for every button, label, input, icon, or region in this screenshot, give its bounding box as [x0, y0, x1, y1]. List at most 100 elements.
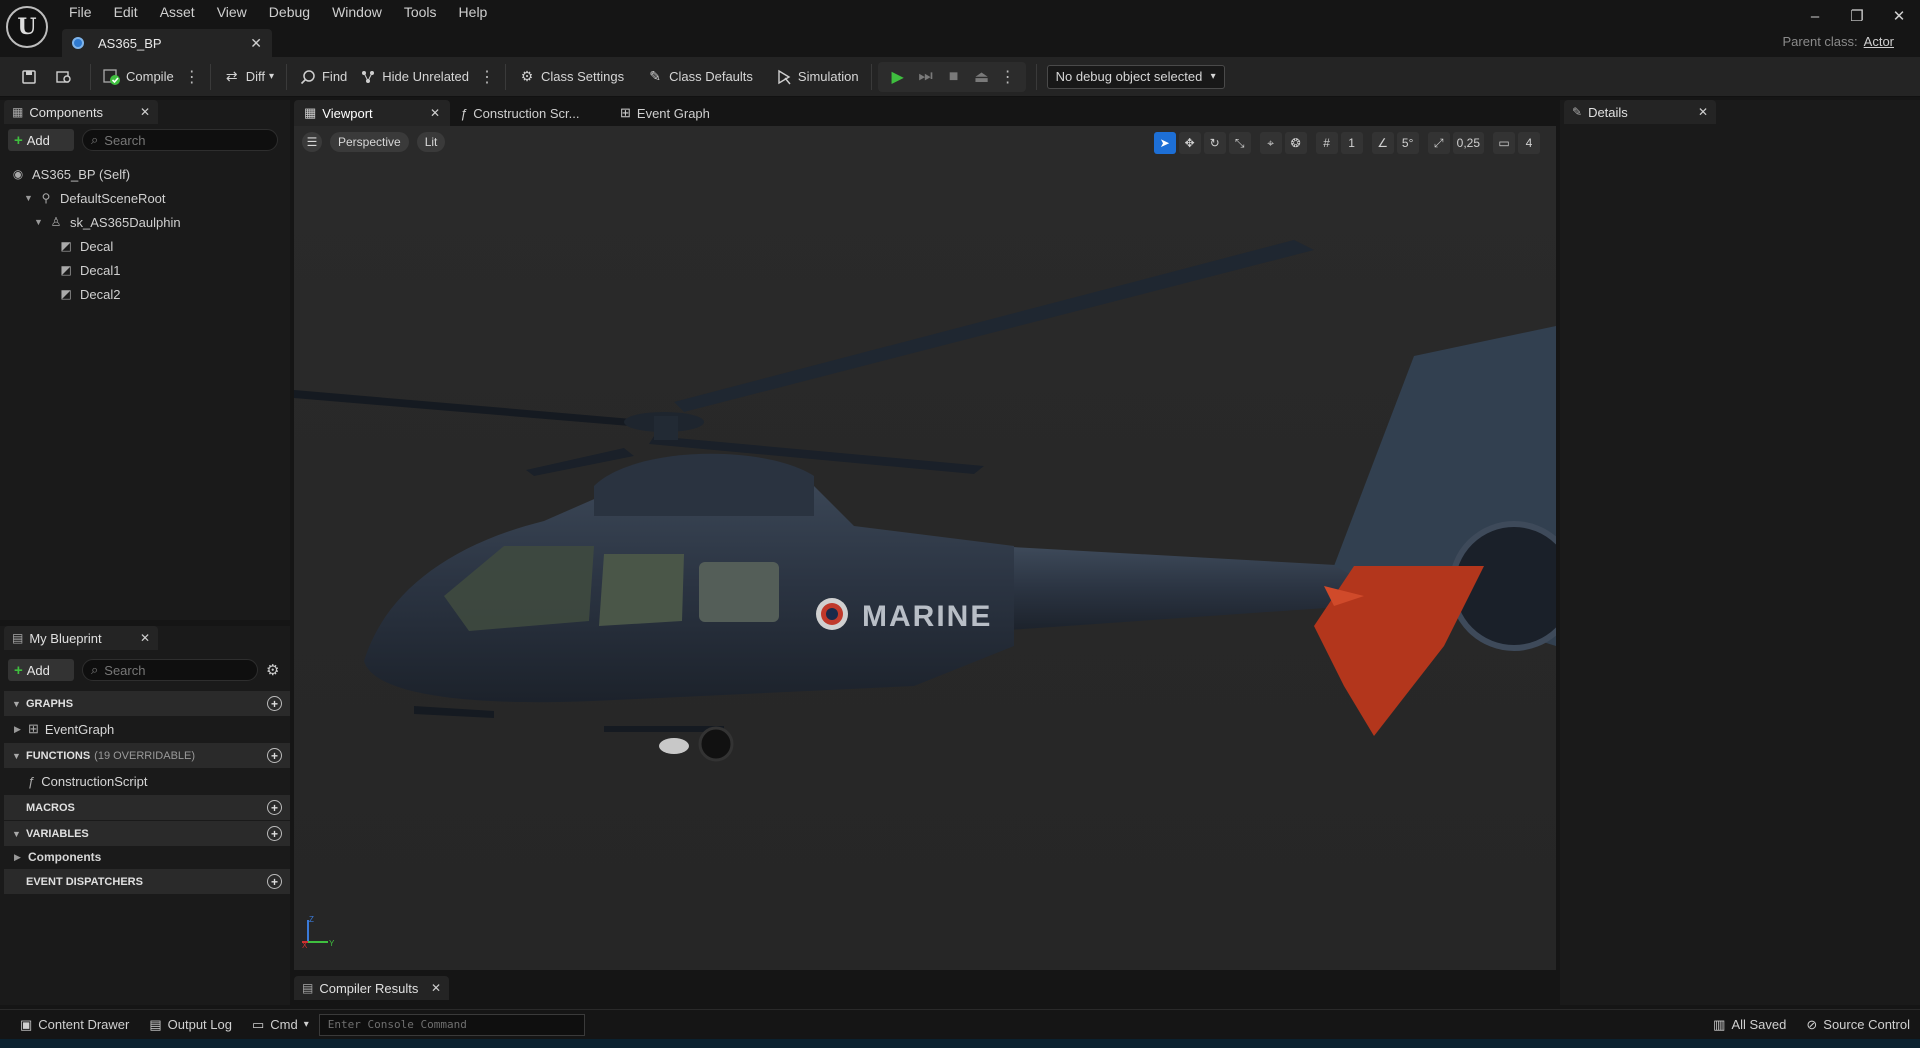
my-blueprint-tab-label: My Blueprint [29, 630, 102, 646]
tree-item-defaultsceneroot[interactable]: ▼ ⚲ DefaultSceneRoot [10, 186, 286, 210]
debug-object-select[interactable]: No debug object selected ▾ [1046, 64, 1225, 89]
search-placeholder: Search [104, 662, 146, 678]
add-label: Add [26, 132, 50, 148]
tree-item-decal2[interactable]: ◩ Decal2 [10, 282, 286, 306]
axis-z-label: Z [309, 915, 314, 924]
content-drawer-label: Content Drawer [38, 1017, 130, 1032]
unreal-logo-icon[interactable]: U [6, 6, 48, 48]
play-controls: ▶ ⏭ ■ ⏏ ⋮ [877, 61, 1026, 92]
section-macros[interactable]: MACROS + [4, 794, 290, 820]
parent-class-link[interactable]: Actor [1864, 34, 1894, 49]
add-member-button[interactable]: + Add [8, 659, 74, 681]
tree-item-decal[interactable]: ◩ Decal [10, 234, 286, 258]
section-graphs[interactable]: ▼ GRAPHS + [4, 690, 290, 716]
function-item-constructionscript[interactable]: ƒ ConstructionScript [4, 768, 290, 794]
document-tab[interactable]: AS365_BP ✕ [62, 29, 272, 57]
variable-category-components[interactable]: ▶ Components [4, 846, 290, 868]
components-tab[interactable]: ▦ Components ✕ [4, 100, 158, 124]
close-tab-icon[interactable]: ✕ [140, 105, 150, 119]
content-drawer-button[interactable]: ▣ Content Drawer [10, 1010, 139, 1040]
save-button[interactable] [14, 63, 49, 91]
section-functions[interactable]: ▼ FUNCTIONS (19 OVERRIDABLE) + [4, 742, 290, 768]
my-blueprint-panel: ▤ My Blueprint ✕ + Add ⌕ Search ⚙ ▼ GRAPHS + ▶… [0, 626, 290, 1005]
minimize-icon[interactable]: – [1794, 0, 1836, 34]
compile-check-icon [103, 68, 121, 86]
stop-icon[interactable]: ■ [940, 68, 968, 86]
toolbar-separator [870, 63, 872, 90]
taskbar-strip [0, 1039, 1920, 1048]
add-function-icon[interactable]: + [267, 748, 282, 763]
close-tab-icon[interactable]: ✕ [140, 631, 150, 645]
compile-options-icon[interactable]: ⋮ [180, 67, 204, 87]
tree-item-self[interactable]: ◉ AS365_BP (Self) [10, 162, 286, 186]
class-defaults-button[interactable]: ✎ Class Defaults [640, 63, 759, 91]
all-saved-button[interactable]: ▥ All Saved [1703, 1010, 1796, 1040]
tab-construction-script[interactable]: ƒ Construction Scr... [450, 100, 610, 126]
browse-button[interactable] [49, 63, 84, 91]
add-macro-icon[interactable]: + [267, 800, 282, 815]
compiler-results-label: Compiler Results [319, 980, 419, 996]
collapse-arrow-icon[interactable]: ▼ [24, 193, 34, 203]
cmd-select[interactable]: ▭ Cmd ▾ [242, 1010, 319, 1040]
class-settings-button[interactable]: ⚙ Class Settings [512, 63, 630, 91]
add-dispatcher-icon[interactable]: + [267, 874, 282, 889]
my-blueprint-search-input[interactable]: ⌕ Search [82, 659, 258, 681]
tree-item-skeletal-mesh[interactable]: ▼ ♙ sk_AS365Daulphin [10, 210, 286, 234]
decal-icon: ◩ [60, 263, 72, 277]
find-button[interactable]: Find [293, 63, 353, 91]
menu-view[interactable]: View [206, 2, 258, 22]
hide-unrelated-options-icon[interactable]: ⋮ [475, 67, 499, 87]
add-component-button[interactable]: + Add [8, 129, 74, 151]
play-options-icon[interactable]: ⋮ [996, 67, 1020, 87]
diff-button[interactable]: ⇄ Diff ▾ [217, 63, 280, 91]
axis-x-label: X [302, 941, 308, 948]
eject-icon[interactable]: ⏏ [968, 67, 996, 87]
simulation-button[interactable]: Simulation [769, 63, 865, 91]
hide-unrelated-button[interactable]: Hide Unrelated [353, 63, 475, 91]
tree-item-decal1[interactable]: ◩ Decal1 [10, 258, 286, 282]
compiler-results-tab[interactable]: ▤ Compiler Results ✕ [294, 976, 449, 1000]
close-tab-icon[interactable]: ✕ [250, 35, 262, 52]
source-control-icon: ⊘ [1806, 1016, 1818, 1032]
graph-item-eventgraph[interactable]: ▶ ⊞ EventGraph [4, 716, 290, 742]
close-window-icon[interactable]: ✕ [1878, 0, 1920, 34]
source-control-button[interactable]: ⊘ Source Control [1796, 1010, 1920, 1040]
my-blueprint-tab[interactable]: ▤ My Blueprint ✕ [4, 626, 158, 650]
console-input[interactable]: Enter Console Command [318, 1013, 585, 1036]
tab-event-graph[interactable]: ⊞ Event Graph [610, 100, 720, 126]
output-log-button[interactable]: ▤ Output Log [139, 1010, 242, 1040]
menu-tools[interactable]: Tools [393, 2, 448, 22]
components-search-input[interactable]: ⌕ Search [82, 129, 278, 151]
menu-file[interactable]: File [58, 2, 103, 22]
compile-button[interactable]: Compile [97, 63, 180, 91]
components-tab-label: Components [29, 104, 104, 120]
restore-icon[interactable]: ❐ [1836, 0, 1878, 34]
add-variable-icon[interactable]: + [267, 826, 282, 841]
step-icon[interactable]: ⏭ [912, 68, 940, 86]
class-defaults-icon: ✎ [649, 68, 661, 84]
tab-viewport[interactable]: ▦ Viewport ✕ [294, 100, 450, 126]
toolbar-separator [1035, 63, 1037, 90]
expand-arrow-icon[interactable]: ▶ [14, 724, 28, 735]
hide-unrelated-icon [359, 68, 377, 86]
section-event-dispatchers[interactable]: EVENT DISPATCHERS + [4, 868, 290, 894]
viewport[interactable]: ☰ Perspective Lit ➤ ✥ ↻ ⤡ ⌖ ❂ # 1 ∠ 5° ⤢… [294, 126, 1556, 970]
settings-gear-icon[interactable]: ⚙ [266, 661, 279, 679]
class-defaults-label: Class Defaults [669, 69, 753, 84]
close-tab-icon[interactable]: ✕ [431, 981, 441, 995]
collapse-arrow-icon[interactable]: ▼ [34, 217, 44, 227]
status-bar: ▣ Content Drawer ▤ Output Log ▭ Cmd ▾ Enter … [0, 1009, 1920, 1039]
add-graph-icon[interactable]: + [267, 696, 282, 711]
expand-arrow-icon[interactable]: ▶ [14, 852, 28, 863]
close-tab-icon[interactable]: ✕ [1698, 105, 1708, 119]
menu-edit[interactable]: Edit [103, 2, 149, 22]
menu-debug[interactable]: Debug [258, 2, 321, 22]
helicopter-model[interactable]: MARINE [294, 126, 1556, 970]
section-variables[interactable]: ▼ VARIABLES + [4, 820, 290, 846]
play-icon[interactable]: ▶ [884, 67, 912, 87]
details-tab[interactable]: ✎ Details ✕ [1564, 100, 1716, 124]
menu-window[interactable]: Window [321, 2, 393, 22]
menu-asset[interactable]: Asset [149, 2, 206, 22]
menu-help[interactable]: Help [448, 2, 499, 22]
close-tab-icon[interactable]: ✕ [430, 106, 440, 120]
